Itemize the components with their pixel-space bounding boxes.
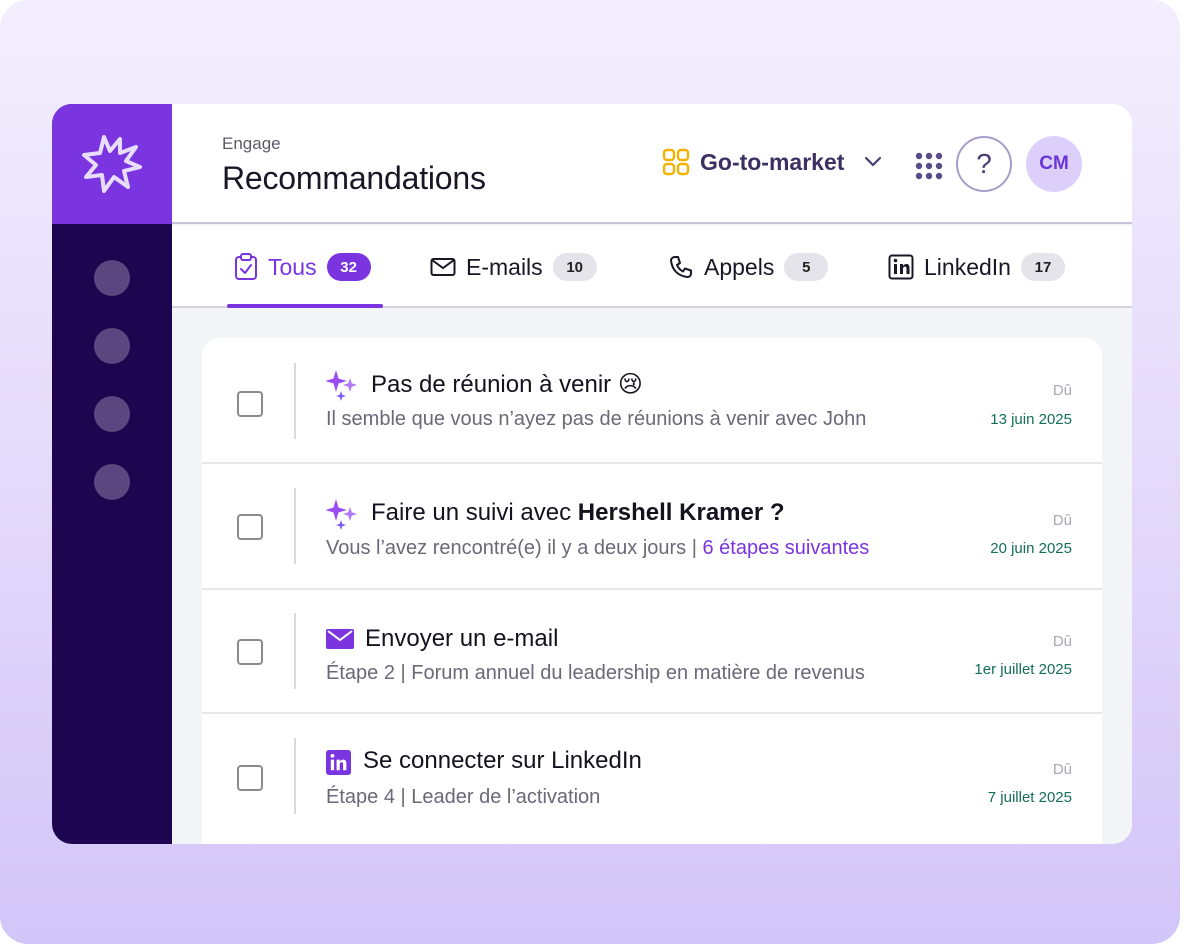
- clipboard-check-icon: [235, 253, 257, 280]
- due-date: 13 juin 2025: [990, 411, 1072, 428]
- row-checkbox[interactable]: [237, 639, 263, 665]
- sidebar-nav-item[interactable]: [94, 464, 130, 500]
- apps-grid-icon[interactable]: [915, 152, 943, 180]
- grid-four-icon: [662, 148, 690, 176]
- count-badge: 17: [1020, 253, 1065, 281]
- envelope-icon: [326, 629, 354, 649]
- count-badge: 10: [552, 253, 597, 281]
- app-window: Engage Recommandations Go-to-market ? CM…: [52, 104, 1132, 844]
- count-badge: 32: [326, 253, 371, 281]
- row-title: Se connecter sur LinkedIn: [363, 747, 642, 774]
- linkedin-icon: [888, 254, 914, 280]
- tab-tous[interactable]: Tous 32: [234, 226, 371, 308]
- count-badge: 5: [784, 253, 829, 281]
- next-steps-link[interactable]: 6 étapes suivantes: [702, 537, 869, 559]
- row-title: Pas de réunion à venir 😢: [371, 371, 643, 398]
- row-checkbox[interactable]: [237, 391, 263, 417]
- sparkles-icon: [326, 370, 357, 401]
- row-title: Faire un suivi avec Hershell Kramer ?: [371, 499, 785, 527]
- contact-name[interactable]: Hershell Kramer ?: [578, 499, 785, 526]
- tab-appels[interactable]: Appels 5: [668, 226, 829, 308]
- row-subtitle: Étape 2 | Forum annuel du leadership en …: [326, 662, 865, 684]
- sparkles-icon: [326, 499, 357, 530]
- tab-label: LinkedIn: [924, 253, 1011, 280]
- workspace-selector[interactable]: Go-to-market: [662, 148, 886, 176]
- chevron-down-icon: [865, 156, 882, 167]
- tab-label: E-mails: [466, 253, 543, 280]
- sidebar: [52, 104, 172, 844]
- linkedin-icon: [326, 750, 351, 775]
- row-checkbox[interactable]: [237, 514, 263, 540]
- due-label: Dû: [1052, 761, 1072, 778]
- due-date: 20 juin 2025: [990, 540, 1072, 557]
- row-checkbox[interactable]: [237, 765, 263, 791]
- due-date: 7 juillet 2025: [987, 789, 1072, 806]
- tab-linkedin[interactable]: LinkedIn 17: [888, 226, 1065, 308]
- avatar[interactable]: CM: [1026, 136, 1082, 192]
- divider: [294, 363, 296, 439]
- divider: [294, 613, 296, 689]
- tab-label: Appels: [704, 253, 775, 280]
- due-label: Dû: [1052, 633, 1072, 650]
- phone-icon: [670, 256, 692, 278]
- breadcrumb[interactable]: Engage: [222, 134, 281, 154]
- sidebar-nav-item[interactable]: [94, 328, 130, 364]
- workspace-label: Go-to-market: [700, 148, 845, 175]
- divider: [294, 738, 296, 814]
- page-title: Recommandations: [222, 160, 486, 196]
- row-subtitle: Il semble que vous n’ayez pas de réunion…: [326, 408, 867, 430]
- envelope-icon: [430, 258, 456, 276]
- divider: [294, 488, 296, 564]
- recommendation-list: Pas de réunion à venir 😢 Il semble que v…: [202, 338, 1102, 844]
- logo[interactable]: [52, 104, 172, 224]
- active-tab-indicator: [227, 304, 383, 308]
- row-title: Envoyer un e-mail: [365, 625, 559, 652]
- list-item[interactable]: Pas de réunion à venir 😢 Il semble que v…: [202, 338, 1102, 464]
- due-date: 1er juillet 2025: [974, 661, 1072, 678]
- row-subtitle: Étape 4 | Leader de l’activation: [326, 786, 601, 808]
- row-subtitle: Vous l’avez rencontré(e) il y a deux jou…: [326, 537, 869, 560]
- help-button[interactable]: ?: [956, 136, 1012, 192]
- list-item[interactable]: Faire un suivi avec Hershell Kramer ? Vo…: [202, 464, 1102, 590]
- tab-bar: Tous 32 E-mails 10 Appels 5 LinkedIn 17: [172, 226, 1132, 308]
- due-label: Dû: [1052, 512, 1072, 529]
- starburst-logo-icon: [82, 135, 142, 193]
- row-title-text: Faire un suivi avec: [371, 499, 578, 526]
- tab-emails[interactable]: E-mails 10: [430, 226, 597, 308]
- header: Engage Recommandations Go-to-market ? CM: [172, 104, 1132, 224]
- main-content: Engage Recommandations Go-to-market ? CM…: [172, 104, 1132, 844]
- row-subtitle-text: Vous l’avez rencontré(e) il y a deux jou…: [326, 537, 703, 559]
- due-label: Dû: [1052, 382, 1072, 399]
- tab-label: Tous: [268, 253, 317, 280]
- sidebar-nav-item[interactable]: [94, 396, 130, 432]
- list-item[interactable]: Se connecter sur LinkedIn Étape 4 | Lead…: [202, 714, 1102, 844]
- sidebar-nav-item[interactable]: [94, 260, 130, 296]
- help-icon: ?: [976, 148, 992, 179]
- list-item[interactable]: Envoyer un e-mail Étape 2 | Forum annuel…: [202, 590, 1102, 714]
